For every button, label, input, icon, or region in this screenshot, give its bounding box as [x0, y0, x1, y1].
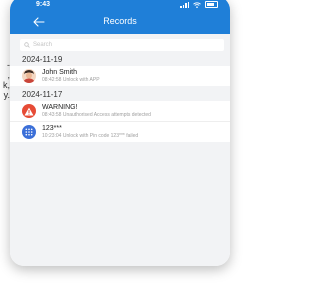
status-icons — [180, 1, 218, 8]
date-header: 2024-11-17 — [22, 90, 63, 99]
record-item[interactable]: WARNING! 08:43:58 Unauthorised Access at… — [10, 101, 230, 121]
status-time: 9:43 — [36, 1, 51, 8]
record-subtitle: 10:23:04 Unlock with Pin code 123*** fai… — [42, 133, 139, 139]
record-item[interactable]: 123*** 10:23:04 Unlock with Pin code 123… — [10, 121, 230, 142]
side-caption-text: - , k, y. — [2, 60, 10, 100]
page-title: Records — [103, 16, 137, 26]
keypad-icon — [22, 125, 36, 139]
records-list: Search 2024-11-19 John Smith 08:42:58 Un… — [10, 34, 230, 266]
search-placeholder: Search — [33, 42, 53, 48]
app-header: 9:43 Records — [10, 0, 230, 34]
battery-icon — [205, 1, 218, 8]
record-title: John Smith — [42, 69, 78, 76]
warning-icon — [22, 104, 36, 118]
wifi-icon — [193, 1, 201, 8]
status-bar: 9:43 — [10, 0, 230, 10]
record-subtitle: 08:43:58 Unauthorised Access attempts de… — [42, 112, 151, 118]
nav-bar: Records — [10, 10, 230, 34]
signal-icon — [180, 1, 189, 8]
record-item[interactable]: John Smith 08:42:58 Unlock with APP — [10, 66, 230, 86]
record-subtitle: 08:42:58 Unlock with APP — [42, 77, 100, 83]
date-header: 2024-11-19 — [22, 55, 63, 64]
phone-screen: 9:43 Records Search 2024-11-19 John Smit… — [10, 0, 230, 266]
search-input[interactable]: Search — [20, 39, 224, 51]
user-avatar-icon — [22, 69, 36, 83]
search-icon — [24, 42, 30, 48]
record-title: WARNING! — [42, 104, 78, 111]
record-title: 123*** — [42, 125, 62, 132]
